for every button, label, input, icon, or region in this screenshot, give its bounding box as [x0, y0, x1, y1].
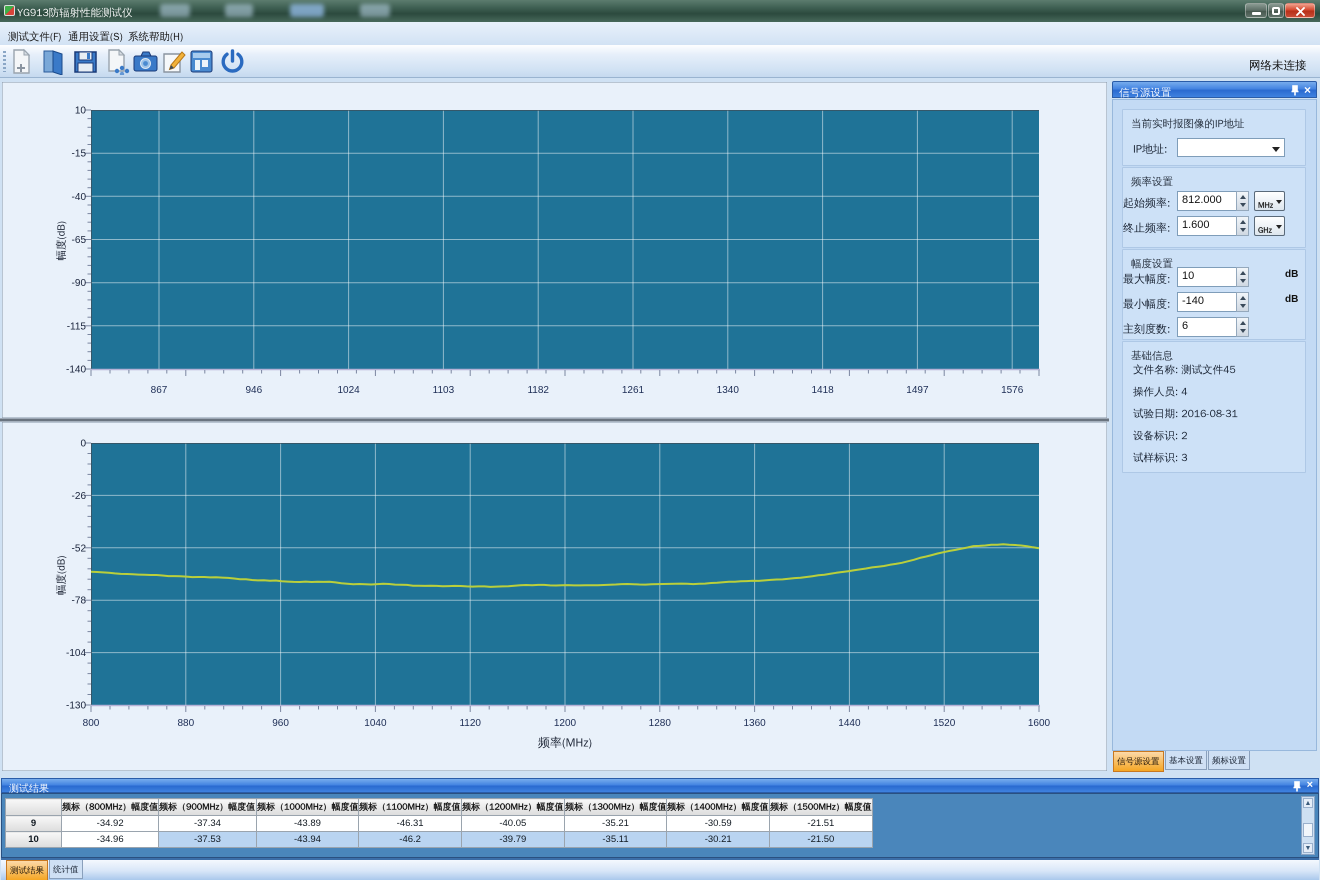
svg-text:1497: 1497 [906, 385, 929, 396]
svg-text:1418: 1418 [811, 385, 834, 396]
svg-text:946: 946 [245, 385, 262, 396]
svg-text:1360: 1360 [743, 718, 766, 729]
svg-text:-26: -26 [72, 491, 87, 502]
svg-text:-52: -52 [72, 543, 87, 554]
svg-text:1340: 1340 [717, 385, 740, 396]
svg-text:800: 800 [83, 718, 100, 729]
svg-text:-130: -130 [66, 701, 86, 712]
svg-text:-15: -15 [72, 149, 87, 160]
svg-text:-115: -115 [67, 321, 87, 332]
svg-text:-90: -90 [72, 278, 87, 289]
svg-text:-104: -104 [66, 648, 86, 659]
svg-text:1120: 1120 [459, 718, 481, 729]
svg-text:-140: -140 [66, 365, 86, 376]
svg-text:1024: 1024 [337, 385, 360, 396]
svg-text:1182: 1182 [527, 385, 549, 396]
svg-text:1261: 1261 [622, 385, 645, 396]
svg-text:-78: -78 [72, 596, 87, 607]
svg-text:960: 960 [272, 718, 289, 729]
svg-text:1576: 1576 [1001, 385, 1024, 396]
svg-text:-65: -65 [72, 235, 87, 246]
svg-text:1520: 1520 [933, 718, 956, 729]
svg-text:0: 0 [80, 439, 86, 450]
svg-text:1040: 1040 [364, 718, 387, 729]
svg-text:-40: -40 [72, 192, 87, 203]
svg-text:1103: 1103 [433, 385, 455, 396]
svg-text:1280: 1280 [649, 718, 672, 729]
svg-text:867: 867 [151, 385, 168, 396]
svg-text:1200: 1200 [554, 718, 577, 729]
svg-text:1440: 1440 [838, 718, 861, 729]
svg-text:880: 880 [177, 718, 194, 729]
svg-text:1600: 1600 [1028, 718, 1051, 729]
svg-text:10: 10 [75, 106, 87, 117]
